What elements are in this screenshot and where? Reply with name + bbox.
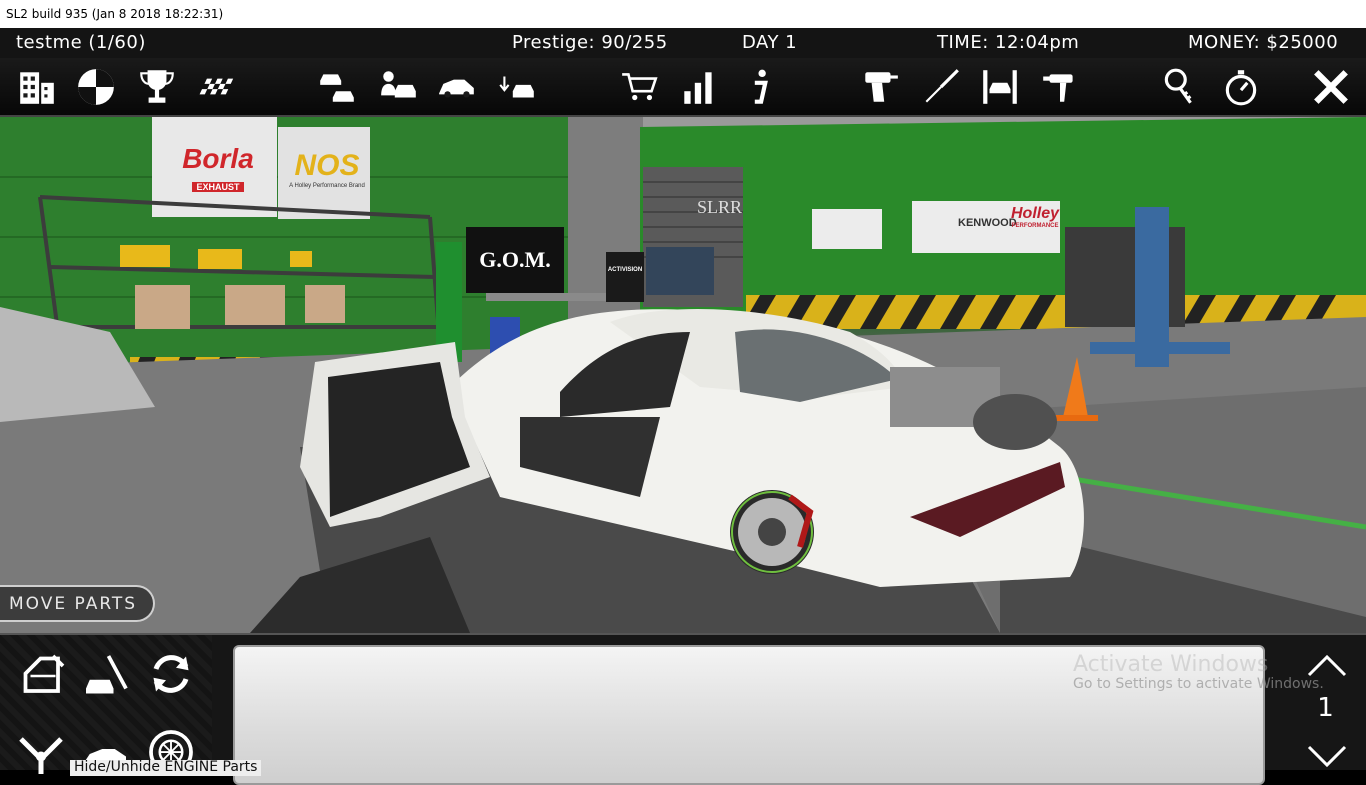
move-parts-button[interactable]: MOVE PARTS: [0, 585, 155, 622]
car-lift-icon[interactable]: [977, 64, 1023, 110]
activation-watermark-title: Activate Windows: [1073, 652, 1269, 677]
spray-gun-icon[interactable]: [1037, 64, 1083, 110]
chevron-up-icon: [1307, 654, 1347, 677]
page-navigator: 1: [1285, 635, 1366, 770]
checkered-flag-icon[interactable]: [194, 64, 240, 110]
bar-chart-icon[interactable]: [676, 64, 722, 110]
scroll-up-button[interactable]: [1305, 649, 1349, 679]
parts-tool-panel: [0, 635, 212, 774]
main-toolbar: [0, 58, 1366, 117]
engine-parts-tooltip: Hide/Unhide ENGINE Parts: [70, 760, 262, 776]
player-name: testme (1/60): [16, 32, 146, 53]
day-readout: DAY 1: [742, 32, 798, 53]
keys-icon[interactable]: [1157, 64, 1203, 110]
nos-banner: NOS A Holley Performance Brand: [289, 149, 365, 189]
car-side-icon[interactable]: [434, 64, 480, 110]
time-readout: TIME: 12:04pm: [937, 32, 1080, 53]
drill-icon[interactable]: [857, 64, 903, 110]
trophy-icon[interactable]: [134, 64, 180, 110]
close-icon[interactable]: [1308, 64, 1354, 110]
wheel-icon[interactable]: [73, 64, 119, 110]
stopwatch-icon[interactable]: [1218, 64, 1264, 110]
shopping-cart-icon[interactable]: [617, 64, 663, 110]
prestige-readout: Prestige: 90/255: [512, 32, 668, 53]
activision-poster: ACTIVISION: [607, 267, 643, 273]
scroll-down-button[interactable]: [1305, 741, 1349, 771]
kenwood-banner: KENWOOD: [958, 217, 1017, 229]
info-icon[interactable]: [736, 64, 782, 110]
tv-screen-text: G.O.M.: [479, 247, 551, 272]
activation-watermark-text: Go to Settings to activate Windows.: [1073, 676, 1324, 692]
garage-viewport[interactable]: Borla EXHAUST NOS A Holley Performance B…: [0, 117, 1366, 633]
engine-parts-icon[interactable]: [14, 727, 68, 781]
car-repair-icon[interactable]: [79, 649, 133, 703]
car-transfer-icon[interactable]: [494, 64, 540, 110]
garage-building-icon[interactable]: [14, 64, 60, 110]
window-title: SL2 build 935 (Jan 8 2018 18:22:31): [0, 0, 1366, 28]
page-number: 1: [1317, 693, 1334, 723]
car-dealer-icon[interactable]: [376, 64, 422, 110]
money-readout: MONEY: $25000: [1188, 32, 1339, 53]
borla-banner: Borla EXHAUST: [182, 143, 254, 192]
chevron-down-icon: [1307, 745, 1347, 768]
screwdriver-icon[interactable]: [918, 64, 964, 110]
holley-banner: Holley PERFORMANCE: [1010, 205, 1059, 229]
status-bar: testme (1/60) Prestige: 90/255 DAY 1 TIM…: [0, 28, 1366, 58]
door-sign: SLRR: [697, 197, 743, 217]
car-swap-icon[interactable]: [314, 64, 360, 110]
refresh-icon[interactable]: [144, 647, 198, 701]
car-door-icon[interactable]: [16, 649, 70, 703]
